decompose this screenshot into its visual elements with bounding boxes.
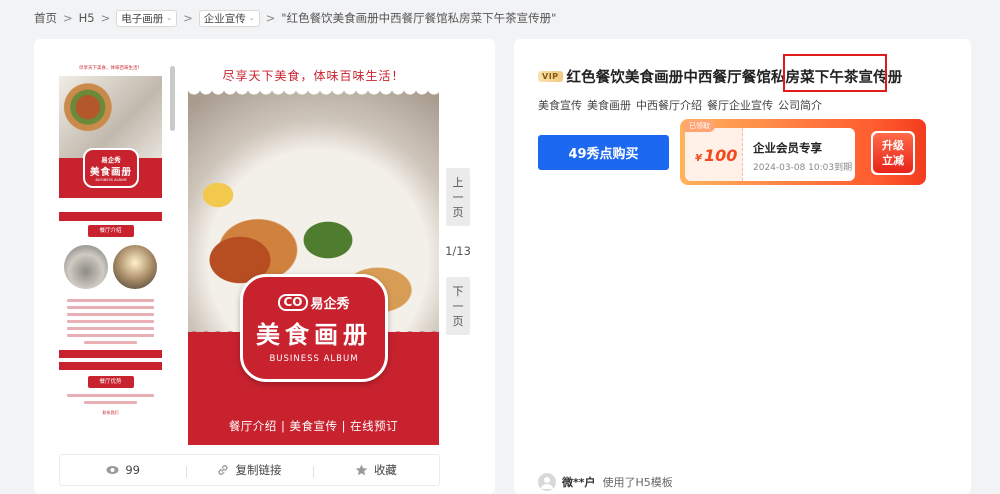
tag-item[interactable]: 公司简介 bbox=[778, 99, 822, 112]
preview-bottom-text: 餐厅介绍 | 美食宣传 | 在线预订 bbox=[228, 419, 399, 433]
coupon-value-area: 已领取 ¥100 bbox=[684, 120, 743, 181]
thumbnail-section-tag: 餐厅介绍 bbox=[87, 225, 134, 237]
favorite-label: 收藏 bbox=[373, 463, 397, 477]
breadcrumb-separator: > bbox=[63, 11, 73, 25]
thumbnail-subtitle: BUSINESS ALBUM bbox=[95, 178, 127, 182]
thumbnail-text-block bbox=[59, 289, 162, 344]
thumbnail-text-block bbox=[59, 388, 162, 404]
album-subtitle: BUSINESS ALBUM bbox=[269, 353, 359, 364]
breadcrumb-subcategory-label: 企业宣传 bbox=[203, 12, 246, 25]
view-count-value: 99 bbox=[125, 463, 140, 477]
thumbnail-logo: 易企秀 bbox=[101, 156, 121, 164]
highlight-annotation bbox=[783, 54, 887, 92]
claimed-badge: 已领取 bbox=[684, 120, 715, 132]
thumbnail-top-text: 尽享天下美食，体味百味生活！ bbox=[59, 62, 162, 76]
thumbnail-divider bbox=[59, 362, 162, 370]
eye-icon bbox=[106, 466, 119, 474]
page-thumbnail-strip[interactable]: 尽享天下美食，体味百味生活！ 易企秀 美食画册 BUSINESS ALBUM 餐… bbox=[59, 62, 162, 485]
coupon-name: 企业会员专享 bbox=[753, 141, 822, 155]
view-count: 99 bbox=[60, 463, 186, 477]
coupon-expiry: 2024-03-08 10:03到期 bbox=[753, 163, 853, 173]
next-page-button[interactable]: 下 一 页 bbox=[446, 277, 470, 335]
page-counter: 1/13 bbox=[445, 244, 471, 258]
thumbnail-circle-photo bbox=[63, 245, 108, 289]
user-action: 使用了H5模板 bbox=[602, 476, 673, 489]
discount-label: 立减 bbox=[882, 154, 904, 167]
coupon-price: ¥100 bbox=[695, 146, 738, 165]
preview-hexagon-badge: CO 易企秀 美食画册 BUSINESS ALBUM bbox=[240, 274, 388, 382]
action-bar: 99 复制链接 收藏 bbox=[59, 454, 440, 486]
preview-top-text: 尽享天下美食，体味百味生活！ bbox=[222, 69, 405, 83]
thumbnail-food-photo bbox=[59, 76, 162, 158]
preview-card: 尽享天下美食，体味百味生活！ 易企秀 美食画册 BUSINESS ALBUM 餐… bbox=[34, 39, 495, 494]
thumbnail-hexagon: 易企秀 美食画册 BUSINESS ALBUM bbox=[83, 148, 139, 188]
brand-logo: CO 易企秀 bbox=[278, 293, 350, 312]
buy-button[interactable]: 49秀点购买 bbox=[538, 135, 669, 170]
link-icon bbox=[218, 465, 229, 475]
copy-link-label: 复制链接 bbox=[235, 463, 282, 477]
breadcrumb: 首页 > H5 > 电子画册 ⌄ > 企业宣传 ⌄ > "红色餐饮美食画册中西餐… bbox=[34, 9, 556, 27]
breadcrumb-separator: > bbox=[100, 11, 111, 25]
breadcrumb-home[interactable]: 首页 bbox=[34, 10, 57, 26]
breadcrumb-h5[interactable]: H5 bbox=[79, 11, 95, 25]
breadcrumb-separator: > bbox=[183, 11, 193, 25]
breadcrumb-subcategory-dropdown[interactable]: 企业宣传 ⌄ bbox=[198, 9, 260, 27]
star-icon bbox=[355, 464, 368, 476]
logo-mark-icon: CO bbox=[278, 293, 308, 311]
favorite-button[interactable]: 收藏 bbox=[312, 462, 439, 478]
thumbnail-title: 美食画册 bbox=[89, 167, 132, 178]
tag-item[interactable]: 美食宣传 bbox=[538, 99, 582, 112]
chevron-down-icon: ⌄ bbox=[166, 14, 173, 22]
thumbnail-section-tag: 餐厅优势 bbox=[87, 376, 134, 388]
breadcrumb-category-dropdown[interactable]: 电子画册 ⌄ bbox=[116, 9, 178, 27]
recent-user-row: 微**户 使用了H5模板 bbox=[538, 473, 673, 491]
user-name: 微**户 bbox=[562, 476, 596, 489]
tag-item[interactable]: 餐厅企业宣传 bbox=[707, 99, 773, 112]
thumbnail-divider bbox=[59, 212, 162, 221]
member-coupon[interactable]: 已领取 ¥100 企业会员专享 2024-03-08 10:03到期 升级 立减 bbox=[680, 119, 926, 185]
breadcrumb-current: "红色餐饮美食画册中西餐厅餐馆私房菜下午茶宣传册" bbox=[281, 11, 557, 25]
logo-text: 易企秀 bbox=[310, 296, 350, 312]
thumbnail-photos bbox=[59, 237, 162, 289]
thumbnail-circle-photo bbox=[113, 245, 158, 289]
avatar bbox=[538, 473, 556, 491]
thumbnail-small-tag: 联系我们 bbox=[102, 410, 119, 415]
thumbnail-scrollbar[interactable] bbox=[170, 66, 175, 131]
thumbnail-badge: 易企秀 美食画册 BUSINESS ALBUM bbox=[59, 148, 162, 198]
user-icon bbox=[541, 477, 553, 489]
breadcrumb-category-label: 电子画册 bbox=[121, 12, 164, 25]
tag-item[interactable]: 美食画册 bbox=[587, 99, 631, 112]
template-detail-card: VIP 红色餐饮美食画册中西餐厅餐馆私房菜下午茶宣传册 美食宣传 美食画册 中西餐厅… bbox=[514, 39, 971, 494]
prev-page-button[interactable]: 上 一 页 bbox=[446, 168, 470, 226]
vip-badge: VIP bbox=[538, 71, 563, 82]
tag-list: 美食宣传 美食画册 中西餐厅介绍 餐厅企业宣传 公司简介 bbox=[538, 97, 827, 113]
main-preview: 尽享天下美食，体味百味生活！ CO 易企秀 美食画册 BUSINESS ALBU… bbox=[188, 62, 439, 445]
copy-link-button[interactable]: 复制链接 bbox=[186, 462, 312, 478]
breadcrumb-separator: > bbox=[265, 11, 276, 25]
upgrade-discount-button[interactable]: 升级 立减 bbox=[871, 131, 915, 175]
thumbnail-divider bbox=[59, 350, 162, 358]
chevron-down-icon: ⌄ bbox=[248, 14, 255, 22]
coupon-body: 已领取 ¥100 企业会员专享 2024-03-08 10:03到期 bbox=[684, 120, 855, 181]
upgrade-label: 升级 bbox=[882, 139, 904, 152]
tag-item[interactable]: 中西餐厅介绍 bbox=[636, 99, 702, 112]
album-title: 美食画册 bbox=[256, 320, 372, 349]
